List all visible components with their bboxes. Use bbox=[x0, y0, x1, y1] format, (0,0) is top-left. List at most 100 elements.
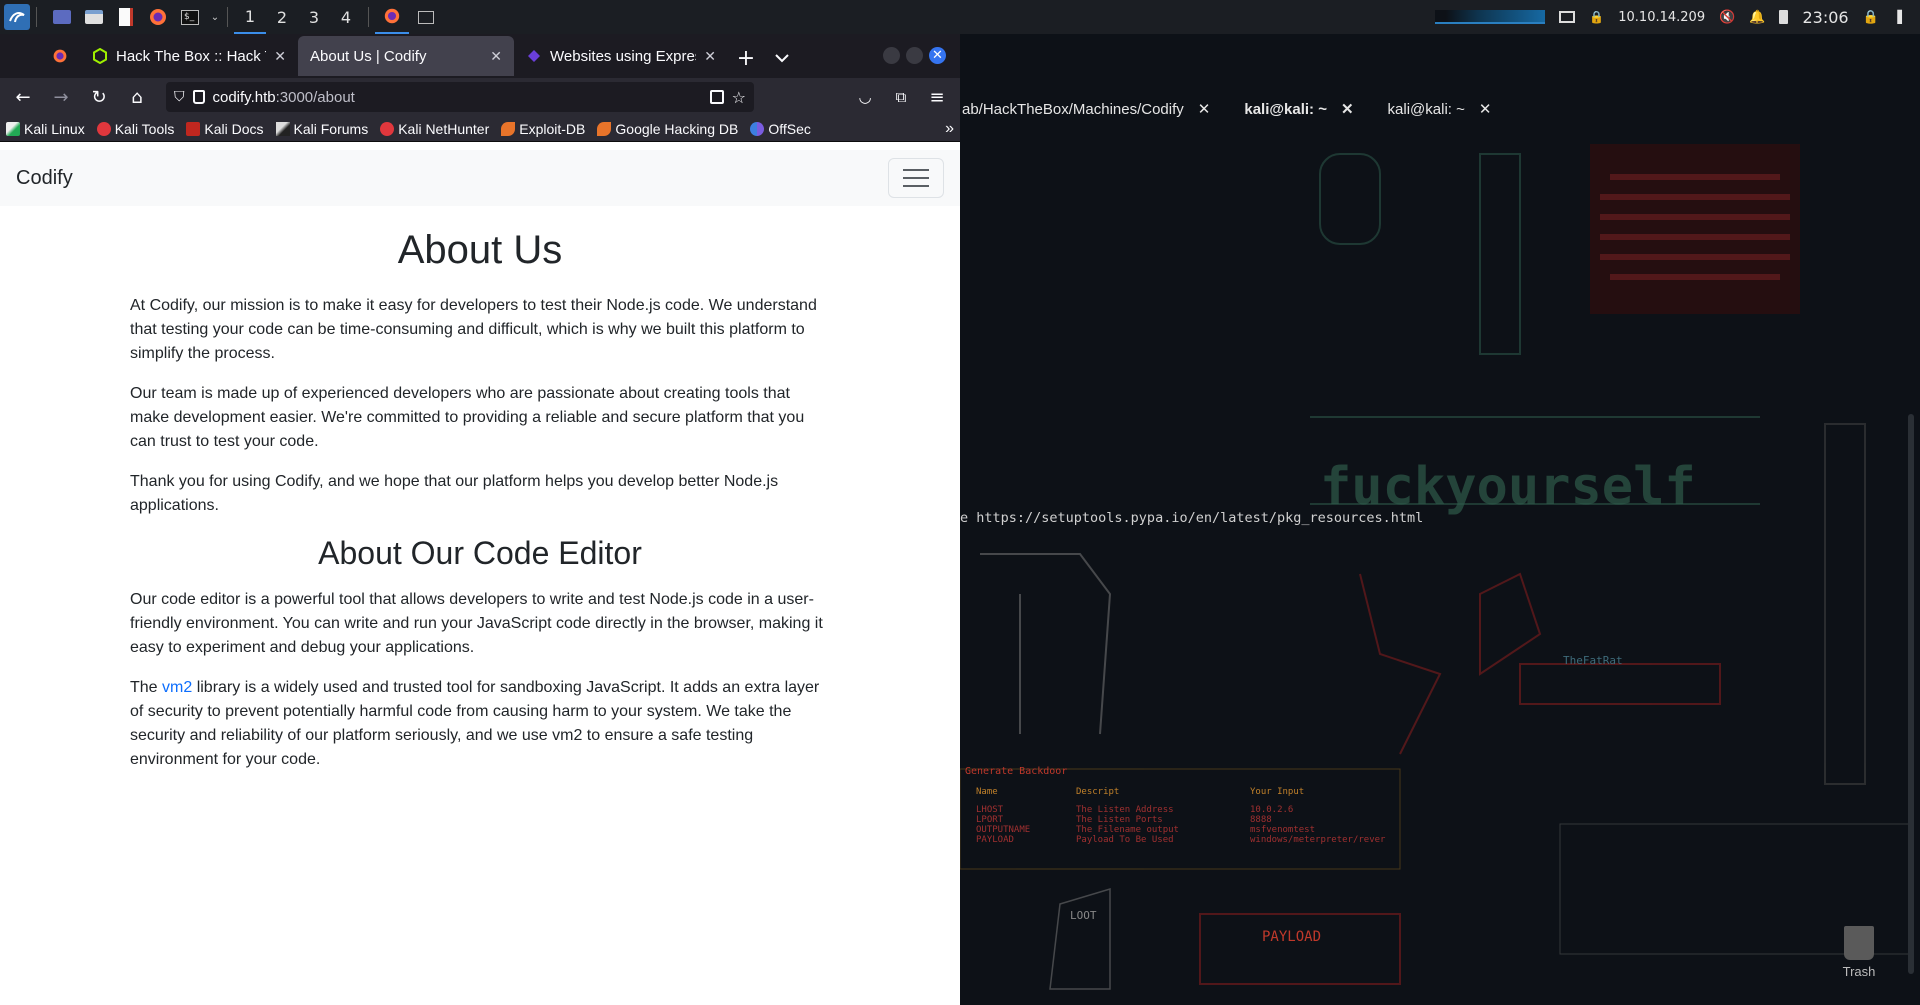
close-window-button[interactable]: ✕ bbox=[929, 47, 946, 64]
vm2-paragraph: The vm2 library is a widely used and tru… bbox=[130, 676, 830, 772]
reader-view-icon[interactable] bbox=[709, 90, 724, 104]
panel-divider bbox=[368, 7, 369, 27]
bookmark-kali-docs[interactable]: Kali Docs bbox=[186, 121, 264, 137]
workspace-2[interactable]: 2 bbox=[266, 0, 298, 34]
firefox-view-icon[interactable] bbox=[52, 48, 68, 64]
back-button[interactable]: ← bbox=[8, 82, 38, 112]
notification-bell-icon[interactable]: 🔔 bbox=[1749, 10, 1765, 25]
svg-text:Name: Name bbox=[976, 787, 998, 797]
volume-muted-icon[interactable]: 🔇 bbox=[1719, 10, 1735, 25]
svg-text:10.0.2.6: 10.0.2.6 bbox=[1250, 805, 1293, 815]
new-tab-button[interactable]: + bbox=[728, 38, 764, 78]
desktop-trash[interactable]: Trash bbox=[1834, 926, 1884, 979]
tab-about-codify[interactable]: About Us | Codify ✕ bbox=[298, 36, 514, 76]
forward-button[interactable]: → bbox=[46, 82, 76, 112]
bookmark-offsec[interactable]: OffSec bbox=[750, 121, 811, 137]
battery-icon bbox=[1779, 10, 1789, 24]
lock-screen-icon[interactable]: 🔒 bbox=[1863, 10, 1879, 25]
editor-paragraph: Our code editor is a powerful tool that … bbox=[130, 591, 823, 657]
page-title: About Us bbox=[397, 228, 563, 272]
extensions-icon[interactable]: ⧉ bbox=[886, 82, 916, 112]
tracking-protection-shield-icon[interactable]: ⛉ bbox=[174, 89, 185, 105]
power-icon[interactable]: ▐ bbox=[1893, 10, 1902, 24]
page-info-icon[interactable] bbox=[192, 90, 205, 104]
tab-close-icon[interactable]: ✕ bbox=[490, 48, 502, 65]
trash-label: Trash bbox=[1842, 964, 1876, 979]
svg-text:TheFatRat: TheFatRat bbox=[1563, 654, 1623, 667]
site-brand-link[interactable]: Codify bbox=[16, 167, 73, 190]
svg-text:8888: 8888 bbox=[1250, 815, 1272, 825]
tab-websites-using-express[interactable]: Websites using Express - ✕ bbox=[514, 36, 728, 76]
list-all-tabs-icon[interactable] bbox=[764, 38, 800, 78]
terminal-tab-close-icon[interactable]: ✕ bbox=[1198, 100, 1211, 118]
task-firefox[interactable] bbox=[375, 0, 409, 34]
workspace-1[interactable]: 1 bbox=[234, 0, 266, 34]
terminal-output-line: e https://setuptools.pypa.io/en/latest/p… bbox=[960, 510, 1424, 526]
terminal-launcher-icon[interactable]: $_ bbox=[177, 4, 203, 30]
tab-hackthebox[interactable]: Hack The Box :: Hack The ✕ bbox=[80, 36, 298, 76]
terminal-tab-title: kali@kali: ~ bbox=[1244, 100, 1327, 118]
window-controls: ✕ bbox=[883, 47, 946, 64]
svg-text:msfvenomtest: msfvenomtest bbox=[1250, 825, 1315, 835]
bookmark-kali-tools[interactable]: Kali Tools bbox=[96, 121, 174, 137]
bookmark-star-icon[interactable]: ☆ bbox=[732, 88, 746, 107]
show-desktop-icon[interactable] bbox=[49, 4, 75, 30]
tab-title: Websites using Express - bbox=[550, 47, 696, 65]
terminal-window[interactable]: fuckyourself TheFatRat Generate Backdoor… bbox=[960, 34, 1920, 1005]
terminal-tab-kali-2[interactable]: kali@kali: ~ ✕ bbox=[1372, 94, 1510, 124]
firefox-launcher-icon[interactable] bbox=[145, 4, 171, 30]
url-bar[interactable]: ⛉ codify.htb:3000/about ☆ bbox=[166, 82, 754, 112]
terminal-tab-bar: ab/HackTheBox/Machines/Codify ✕ kali@kal… bbox=[960, 94, 1509, 124]
text-editor-icon[interactable] bbox=[113, 4, 139, 30]
firefox-window: Hack The Box :: Hack The ✕ About Us | Co… bbox=[0, 34, 960, 1005]
tab-close-icon[interactable]: ✕ bbox=[274, 48, 286, 65]
pocket-icon[interactable]: ◡ bbox=[850, 82, 880, 112]
bookmark-kali-nethunter[interactable]: Kali NetHunter bbox=[380, 121, 489, 137]
navbar-toggler-button[interactable] bbox=[888, 158, 944, 198]
url-text[interactable]: codify.htb:3000/about bbox=[213, 89, 702, 106]
bookmark-google-hacking-db[interactable]: Google Hacking DB bbox=[597, 121, 738, 137]
trash-icon bbox=[1844, 926, 1874, 960]
bookmark-exploit-db[interactable]: Exploit-DB bbox=[501, 121, 585, 137]
minimize-button[interactable] bbox=[883, 47, 900, 64]
tab-close-icon[interactable]: ✕ bbox=[704, 48, 716, 65]
bookmark-kali-forums[interactable]: Kali Forums bbox=[275, 121, 368, 137]
svg-text:LHOST: LHOST bbox=[976, 805, 1004, 815]
bookmark-kali-linux[interactable]: Kali Linux bbox=[6, 121, 85, 137]
terminal-tab-title: ab/HackTheBox/Machines/Codify bbox=[962, 100, 1184, 118]
exploit-db-icon bbox=[501, 121, 516, 136]
terminal-tab-kali-1[interactable]: kali@kali: ~ ✕ bbox=[1228, 94, 1371, 124]
svg-text:LPORT: LPORT bbox=[976, 815, 1004, 825]
svg-text:LOOT: LOOT bbox=[1070, 909, 1097, 922]
home-button[interactable]: ⌂ bbox=[122, 82, 152, 112]
launcher-dropdown-icon[interactable]: ⌄ bbox=[209, 4, 221, 30]
screen-icon[interactable] bbox=[1559, 11, 1576, 23]
web-page: Codify About Us At Codify, our mission i… bbox=[0, 150, 960, 1005]
kali-menu-icon[interactable] bbox=[4, 4, 30, 30]
vm2-link[interactable]: vm2 bbox=[162, 679, 192, 696]
task-terminal[interactable] bbox=[409, 0, 443, 34]
terminal-tab-close-icon[interactable]: ✕ bbox=[1341, 100, 1354, 118]
system-tray: 🔒 10.10.14.209 🔇 🔔 23:06 🔒 ▐ bbox=[1435, 8, 1902, 27]
reload-button[interactable]: ↻ bbox=[84, 82, 114, 112]
more-bookmarks-chevron-icon[interactable]: » bbox=[945, 120, 954, 138]
ip-address: 10.10.14.209 bbox=[1618, 9, 1706, 25]
terminal-scrollbar[interactable] bbox=[1908, 414, 1914, 974]
kali-dragon-icon bbox=[6, 121, 20, 136]
bookmarks-toolbar: Kali Linux Kali Tools Kali Docs Kali For… bbox=[0, 116, 960, 142]
file-manager-icon[interactable] bbox=[81, 4, 107, 30]
terminal-tab-close-icon[interactable]: ✕ bbox=[1479, 100, 1492, 118]
app-menu-icon[interactable]: ≡ bbox=[922, 82, 952, 112]
bookmark-label: Google Hacking DB bbox=[615, 120, 739, 137]
svg-text:Generate Backdoor: Generate Backdoor bbox=[965, 766, 1067, 777]
workspace-4[interactable]: 4 bbox=[330, 0, 362, 34]
svg-text:The Listen Ports: The Listen Ports bbox=[1076, 815, 1163, 825]
bookmark-label: OffSec bbox=[768, 120, 811, 137]
svg-text:Descript: Descript bbox=[1076, 787, 1119, 797]
workspace-3[interactable]: 3 bbox=[298, 0, 330, 34]
team-paragraph: Our team is made up of experienced devel… bbox=[130, 385, 805, 450]
url-host: codify.htb bbox=[212, 88, 276, 106]
offsec-icon bbox=[750, 121, 765, 136]
terminal-tab-codify[interactable]: ab/HackTheBox/Machines/Codify ✕ bbox=[960, 94, 1228, 124]
maximize-button[interactable] bbox=[906, 47, 923, 64]
